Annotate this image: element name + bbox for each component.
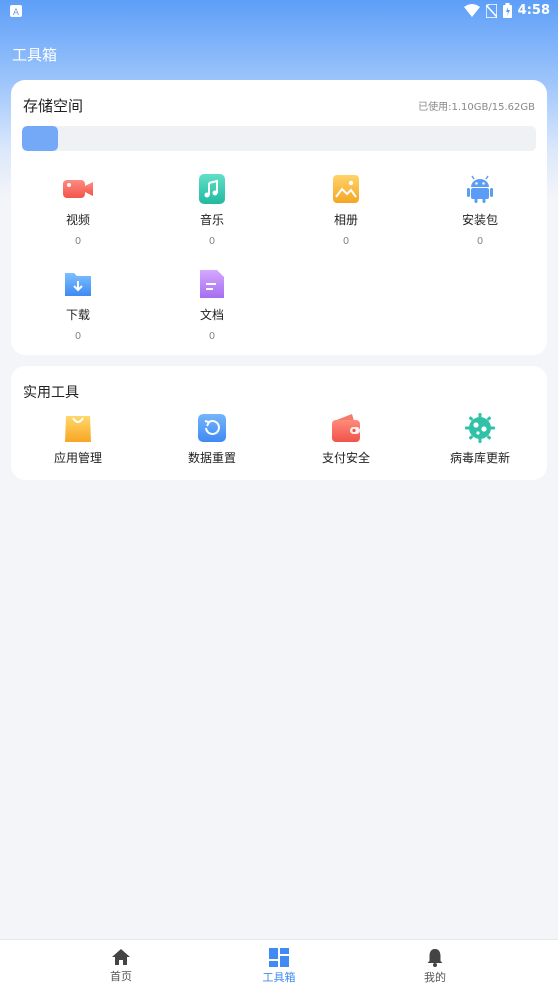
status-time: 4:58 [517, 3, 550, 18]
storage-item-label: 下载 [65, 308, 90, 322]
reset-icon [198, 414, 226, 442]
storage-item-document[interactable]: 文档 0 [157, 268, 267, 342]
storage-item-count: 0 [74, 331, 82, 342]
storage-item-count: 0 [342, 236, 350, 247]
storage-item-label: 安装包 [461, 213, 498, 227]
storage-item-download[interactable]: 下载 0 [23, 268, 133, 342]
virus-icon [465, 413, 495, 443]
tool-app-manager[interactable]: 应用管理 [23, 412, 133, 466]
nav-item-home[interactable]: 首页 [81, 948, 161, 984]
tool-label: 支付安全 [321, 451, 370, 465]
tool-label: 数据重置 [187, 451, 236, 465]
storage-item-count: 0 [476, 236, 484, 247]
wallet-icon [332, 414, 360, 442]
toolbox-grid-icon [269, 948, 289, 967]
svg-text:A: A [13, 8, 20, 17]
tool-label: 应用管理 [53, 451, 102, 465]
page-title: 工具箱 [12, 46, 58, 64]
storage-item-label: 文档 [199, 308, 224, 322]
photo-album-icon [333, 175, 359, 203]
tool-data-reset[interactable]: 数据重置 [157, 412, 267, 466]
music-icon [199, 174, 225, 204]
bell-icon [427, 949, 443, 967]
storage-item-label: 相册 [333, 213, 358, 227]
storage-item-apk[interactable]: 安装包 0 [425, 173, 535, 247]
nav-item-toolbox[interactable]: 工具箱 [239, 948, 319, 985]
android-icon [467, 175, 493, 203]
nav-label: 我的 [424, 971, 446, 984]
storage-item-label: 视频 [65, 213, 90, 227]
nav-label: 工具箱 [262, 971, 296, 984]
document-icon [200, 270, 224, 298]
shopping-bag-icon [65, 416, 91, 442]
tool-label: 病毒库更新 [449, 451, 510, 465]
video-icon [63, 180, 93, 198]
storage-item-music[interactable]: 音乐 0 [157, 173, 267, 247]
tool-virus-db-update[interactable]: 病毒库更新 [425, 412, 535, 466]
storage-progress-fill [22, 126, 59, 151]
nav-item-mine[interactable]: 我的 [395, 948, 475, 985]
download-folder-icon [65, 273, 91, 296]
nav-label: 首页 [110, 970, 132, 983]
storage-title: 存储空间 [23, 97, 84, 115]
storage-card: 存储空间 已使用:1.10GB/15.62GB 视频 0 音乐 0 相册 0 安… [11, 80, 547, 355]
storage-progress-bar [22, 126, 536, 151]
bottom-nav: 首页 工具箱 我的 [0, 939, 558, 993]
storage-item-album[interactable]: 相册 0 [291, 173, 401, 247]
home-icon [112, 949, 130, 965]
app-notification-icon: A [10, 5, 22, 17]
storage-item-label: 音乐 [199, 213, 224, 227]
storage-usage-text: 已使用:1.10GB/15.62GB [418, 102, 535, 113]
wifi-icon [463, 4, 480, 17]
tools-card: 实用工具 应用管理 数据重置 支付安全 病毒库更新 [11, 366, 547, 480]
storage-item-video[interactable]: 视频 0 [23, 173, 133, 247]
no-sim-icon [485, 3, 497, 18]
tools-title: 实用工具 [23, 385, 79, 401]
status-bar: A 4:58 [0, 0, 558, 24]
tool-payment-security[interactable]: 支付安全 [291, 412, 401, 466]
battery-icon [502, 3, 512, 18]
storage-item-count: 0 [208, 236, 216, 247]
storage-item-count: 0 [74, 236, 82, 247]
storage-item-count: 0 [208, 331, 216, 342]
